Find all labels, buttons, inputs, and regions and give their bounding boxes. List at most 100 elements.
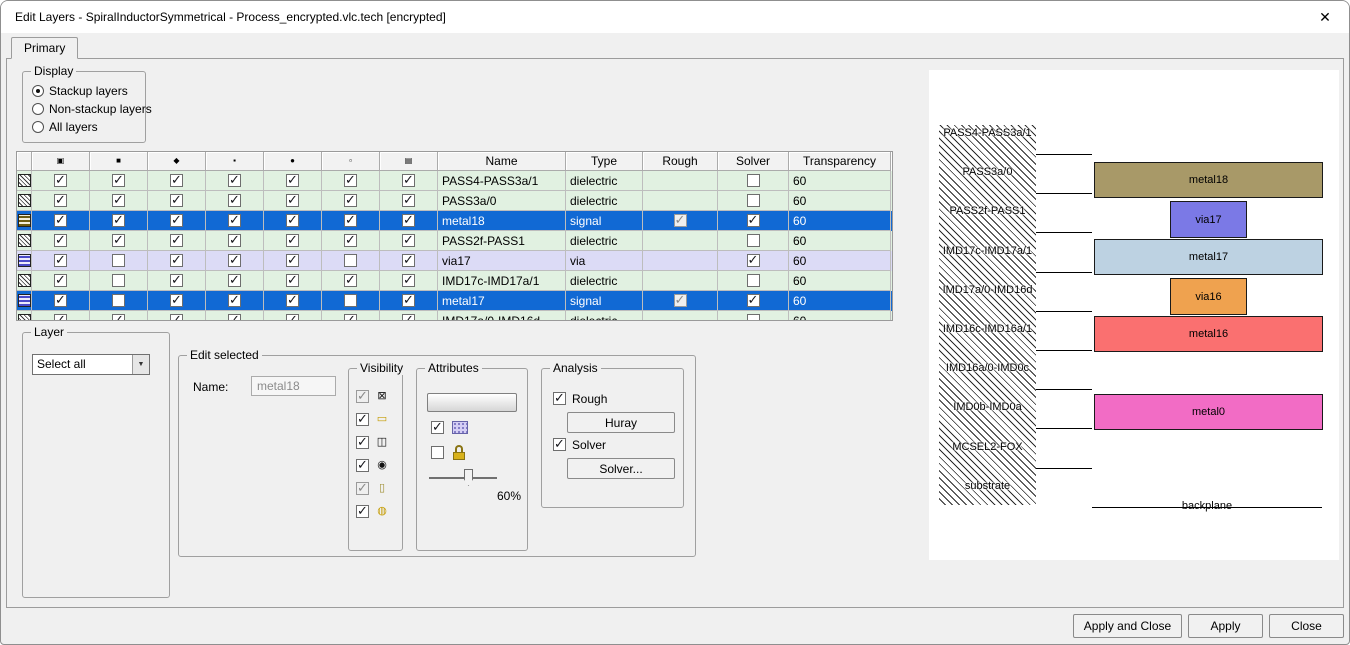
visibility-checkbox[interactable] [402,194,415,207]
visibility-checkbox[interactable] [286,174,299,187]
tab-primary[interactable]: Primary [11,37,78,59]
visibility-checkbox[interactable] [170,254,183,267]
close-button[interactable]: Close [1269,614,1344,638]
header-pattern-icon[interactable]: ◆ [148,152,206,171]
header-rough[interactable]: Rough [643,152,718,171]
visibility-checkbox[interactable] [286,294,299,307]
table-row[interactable]: metal17signal60 [17,291,892,311]
solver-checkbox[interactable] [747,234,760,247]
visibility-checkbox[interactable] [228,194,241,207]
visibility-toggle[interactable] [356,413,369,426]
display-option-all-layers[interactable]: All layers [32,120,152,134]
header-via-icon[interactable]: ● [264,152,322,171]
stackup-block-metal16[interactable]: metal16 [1094,316,1323,352]
visibility-checkbox[interactable] [286,214,299,227]
layer-select-combo[interactable]: Select all ▼ [32,354,150,375]
visibility-checkbox[interactable] [54,254,67,267]
apply-and-close-button[interactable]: Apply and Close [1073,614,1182,638]
visibility-checkbox[interactable] [402,234,415,247]
visibility-checkbox[interactable] [112,274,125,287]
display-option-non-stackup-layers[interactable]: Non-stackup layers [32,102,152,116]
visibility-checkbox[interactable] [170,234,183,247]
slider-thumb[interactable] [464,469,473,486]
visibility-checkbox[interactable] [286,314,299,321]
visibility-checkbox[interactable] [112,214,125,227]
visibility-checkbox[interactable] [112,194,125,207]
header-name[interactable]: Name [438,152,566,171]
table-row[interactable]: IMD17a/0-IMD16ddielectric60 [17,311,892,321]
transparency-slider[interactable] [429,467,497,489]
layer-name-field[interactable] [251,376,336,396]
visibility-checkbox[interactable] [286,254,299,267]
visibility-checkbox[interactable] [54,214,67,227]
radio-stackup-layers[interactable] [32,85,44,97]
visibility-checkbox[interactable] [54,194,67,207]
visibility-checkbox[interactable] [228,314,241,321]
header-visible-icon[interactable]: ▣ [32,152,90,171]
visibility-checkbox[interactable] [228,214,241,227]
visibility-toggle[interactable] [356,436,369,449]
visibility-checkbox[interactable] [54,314,67,321]
visibility-checkbox[interactable] [402,254,415,267]
visibility-checkbox[interactable] [54,174,67,187]
slider-track[interactable] [429,477,497,479]
visibility-checkbox[interactable] [402,274,415,287]
visibility-checkbox[interactable] [112,294,125,307]
stackup-block-metal17[interactable]: metal17 [1094,239,1323,275]
color-swatch-button[interactable] [427,393,517,412]
visibility-checkbox[interactable] [402,214,415,227]
visibility-checkbox[interactable] [344,234,357,247]
visibility-checkbox[interactable] [228,294,241,307]
header-solver[interactable]: Solver [718,152,789,171]
visibility-checkbox[interactable] [112,234,125,247]
visibility-checkbox[interactable] [344,254,357,267]
visibility-checkbox[interactable] [344,174,357,187]
visibility-checkbox[interactable] [286,194,299,207]
close-icon[interactable]: ✕ [1313,1,1337,33]
visibility-checkbox[interactable] [54,234,67,247]
stackup-block-metal18[interactable]: metal18 [1094,162,1323,198]
chevron-down-icon[interactable]: ▼ [132,355,149,374]
visibility-checkbox[interactable] [344,274,357,287]
huray-button[interactable]: Huray [567,412,675,433]
visibility-checkbox[interactable] [402,174,415,187]
visibility-checkbox[interactable] [286,234,299,247]
header-transparency[interactable]: Transparency [789,152,891,171]
solver-checkbox[interactable] [747,174,760,187]
visibility-checkbox[interactable] [402,314,415,321]
table-row[interactable]: PASS4-PASS3a/1dielectric60 [17,171,892,191]
visibility-checkbox[interactable] [228,274,241,287]
visibility-checkbox[interactable] [170,274,183,287]
visibility-toggle[interactable] [356,459,369,472]
visibility-checkbox[interactable] [170,314,183,321]
visibility-checkbox[interactable] [344,214,357,227]
header-text-icon[interactable]: ▤ [380,152,438,171]
radio-all-layers[interactable] [32,121,44,133]
visibility-checkbox[interactable] [286,274,299,287]
visibility-checkbox[interactable] [228,254,241,267]
visibility-checkbox[interactable] [170,194,183,207]
visibility-checkbox[interactable] [112,254,125,267]
header-fill-icon[interactable]: ■ [90,152,148,171]
table-row[interactable]: IMD17c-IMD17a/1dielectric60 [17,271,892,291]
rough-checkbox[interactable] [553,392,566,405]
header-pin-icon[interactable]: ▪ [206,152,264,171]
visibility-checkbox[interactable] [170,294,183,307]
stackup-block-metal0[interactable]: metal0 [1094,394,1323,430]
lock-checkbox[interactable] [431,446,444,459]
visibility-checkbox[interactable] [228,174,241,187]
radio-non-stackup-layers[interactable] [32,103,44,115]
visibility-toggle[interactable] [356,505,369,518]
solver-checkbox[interactable] [747,214,760,227]
visibility-checkbox[interactable] [170,174,183,187]
solver-checkbox[interactable] [747,294,760,307]
solver-checkbox[interactable] [747,314,760,321]
header-type[interactable]: Type [566,152,643,171]
header-outline-icon[interactable]: ▫ [322,152,380,171]
visibility-checkbox[interactable] [344,314,357,321]
visibility-checkbox[interactable] [112,174,125,187]
table-row[interactable]: PASS2f-PASS1dielectric60 [17,231,892,251]
visibility-checkbox[interactable] [344,294,357,307]
stackup-block-via17[interactable]: via17 [1170,201,1247,238]
visibility-checkbox[interactable] [228,234,241,247]
